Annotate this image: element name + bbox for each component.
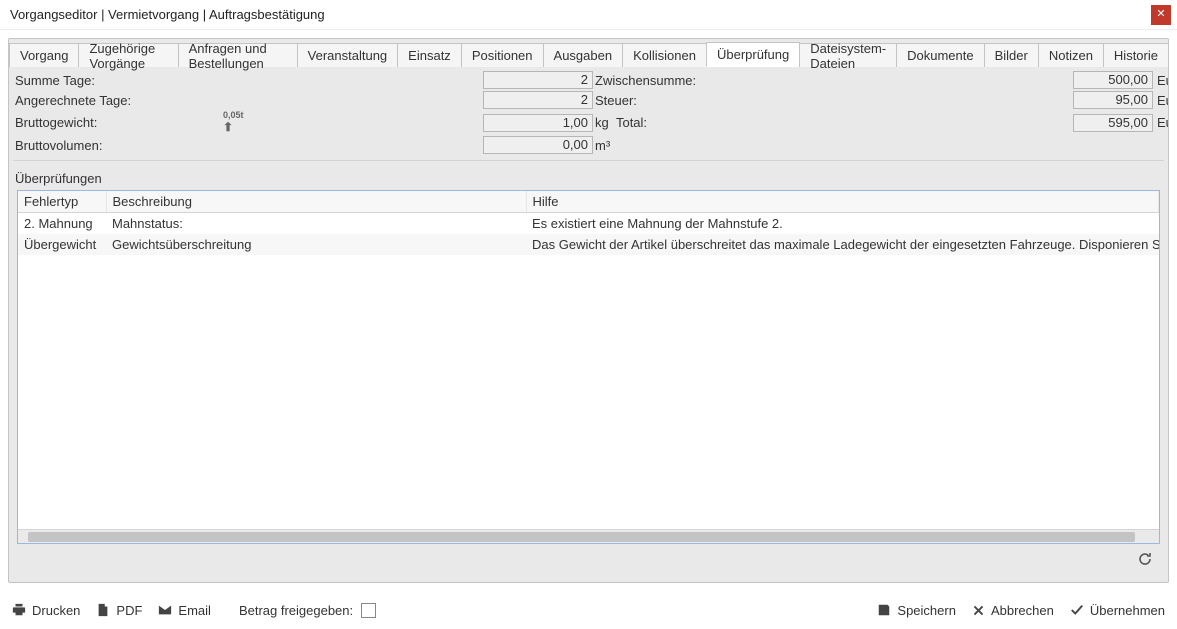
zwischensumme-value: 500,00 bbox=[1073, 71, 1153, 89]
col-hilfe[interactable]: Hilfe bbox=[526, 191, 1159, 213]
save-icon bbox=[877, 603, 891, 617]
bruttogewicht-unit: kg bbox=[595, 115, 609, 130]
tab-bilder[interactable]: Bilder bbox=[984, 43, 1039, 67]
col-fehlertyp[interactable]: Fehlertyp bbox=[18, 191, 106, 213]
tab-dokumente[interactable]: Dokumente bbox=[896, 43, 984, 67]
apply-button[interactable]: Übernehmen bbox=[1070, 603, 1165, 618]
apply-icon bbox=[1070, 603, 1084, 617]
tab-ueberpruefung[interactable]: Überprüfung bbox=[706, 42, 800, 67]
total-value: 595,00 bbox=[1073, 114, 1153, 132]
apply-label: Übernehmen bbox=[1090, 603, 1165, 618]
cell-hilfe: Das Gewicht der Artikel überschreitet da… bbox=[526, 234, 1159, 255]
bruttovolumen-unit: m³ bbox=[593, 138, 743, 153]
reload-icon bbox=[1137, 551, 1153, 567]
pdf-button[interactable]: PDF bbox=[96, 603, 142, 618]
scrollbar-thumb[interactable] bbox=[28, 532, 1135, 542]
bruttovolumen-label: Bruttovolumen: bbox=[13, 138, 223, 153]
tab-vorgang[interactable]: Vorgang bbox=[9, 43, 79, 67]
checks-table: Fehlertyp Beschreibung Hilfe 2. Mahnung … bbox=[18, 191, 1159, 255]
tab-label: Veranstaltung bbox=[308, 48, 388, 63]
close-icon: ✕ bbox=[1156, 9, 1165, 20]
tab-label: Dateisystem-Dateien bbox=[810, 41, 886, 71]
zwischensumme-label: Zwischensumme: bbox=[593, 73, 743, 88]
close-button[interactable]: ✕ bbox=[1151, 5, 1171, 25]
col-beschreibung[interactable]: Beschreibung bbox=[106, 191, 526, 213]
total-group: kg Total: bbox=[593, 115, 743, 130]
tab-label: Überprüfung bbox=[717, 47, 789, 62]
cell-beschreibung: Gewichtsüberschreitung bbox=[106, 234, 526, 255]
cancel-icon bbox=[972, 604, 985, 617]
tab-ausgaben[interactable]: Ausgaben bbox=[543, 43, 624, 67]
total-label: Total: bbox=[616, 115, 647, 130]
tab-zugehoerige-vorgaenge[interactable]: Zugehörige Vorgänge bbox=[78, 43, 178, 67]
pdf-icon bbox=[96, 603, 110, 617]
tab-label: Positionen bbox=[472, 48, 533, 63]
tab-label: Ausgaben bbox=[554, 48, 613, 63]
cell-fehlertyp: 2. Mahnung bbox=[18, 213, 106, 235]
summe-tage-label: Summe Tage: bbox=[13, 73, 223, 88]
save-label: Speichern bbox=[897, 603, 956, 618]
tab-anfragen-bestellungen[interactable]: Anfragen und Bestellungen bbox=[178, 43, 298, 67]
tab-label: Historie bbox=[1114, 48, 1158, 63]
cancel-button[interactable]: Abbrechen bbox=[972, 603, 1054, 618]
window-title: Vorgangseditor | Vermietvorgang | Auftra… bbox=[10, 7, 325, 22]
print-label: Drucken bbox=[32, 603, 80, 618]
reload-button[interactable] bbox=[1136, 550, 1154, 568]
tab-label: Zugehörige Vorgänge bbox=[89, 41, 167, 71]
email-button[interactable]: Email bbox=[158, 603, 211, 618]
email-label: Email bbox=[178, 603, 211, 618]
tab-label: Anfragen und Bestellungen bbox=[189, 41, 287, 71]
steuer-currency: Eur bbox=[1153, 93, 1169, 108]
tab-content-ueberpruefung: Summe Tage: 2 Zwischensumme: 500,00 Eur … bbox=[9, 67, 1168, 572]
bruttogewicht-value: 1,00 bbox=[483, 114, 593, 132]
tab-bar: Vorgang Zugehörige Vorgänge Anfragen und… bbox=[9, 39, 1168, 67]
save-button[interactable]: Speichern bbox=[877, 603, 956, 618]
main-frame: Vorgang Zugehörige Vorgänge Anfragen und… bbox=[8, 38, 1169, 583]
tab-label: Bilder bbox=[995, 48, 1028, 63]
betrag-freigegeben-checkbox[interactable] bbox=[361, 603, 376, 618]
weight-icon: 0,05t ⬆ bbox=[223, 111, 244, 134]
tab-einsatz[interactable]: Einsatz bbox=[397, 43, 462, 67]
angerechnete-tage-value: 2 bbox=[483, 91, 593, 109]
tab-label: Dokumente bbox=[907, 48, 973, 63]
tab-label: Kollisionen bbox=[633, 48, 696, 63]
cell-beschreibung: Mahnstatus: bbox=[106, 213, 526, 235]
tab-notizen[interactable]: Notizen bbox=[1038, 43, 1104, 67]
tab-label: Einsatz bbox=[408, 48, 451, 63]
tab-positionen[interactable]: Positionen bbox=[461, 43, 544, 67]
table-horizontal-scrollbar[interactable] bbox=[18, 529, 1159, 543]
tab-veranstaltung[interactable]: Veranstaltung bbox=[297, 43, 399, 67]
tab-label: Vorgang bbox=[20, 48, 68, 63]
betrag-freigegeben-label: Betrag freigegeben: bbox=[239, 603, 353, 618]
print-icon bbox=[12, 603, 26, 617]
tab-kollisionen[interactable]: Kollisionen bbox=[622, 43, 707, 67]
total-currency: Eur bbox=[1153, 115, 1169, 130]
bottom-toolbar: Drucken PDF Email Betrag freigegeben: Sp… bbox=[0, 591, 1177, 629]
steuer-value: 95,00 bbox=[1073, 91, 1153, 109]
cancel-label: Abbrechen bbox=[991, 603, 1054, 618]
table-empty-area bbox=[18, 255, 1159, 529]
betrag-freigegeben-group: Betrag freigegeben: bbox=[239, 603, 376, 618]
bruttogewicht-label: Bruttogewicht: bbox=[13, 115, 223, 130]
summe-tage-value: 2 bbox=[483, 71, 593, 89]
weight-icon-text: 0,05t bbox=[223, 110, 244, 120]
cell-hilfe: Es existiert eine Mahnung der Mahnstufe … bbox=[526, 213, 1159, 235]
checks-section-header: Überprüfungen bbox=[13, 160, 1164, 190]
cell-fehlertyp: Übergewicht bbox=[18, 234, 106, 255]
pdf-label: PDF bbox=[116, 603, 142, 618]
print-button[interactable]: Drucken bbox=[12, 603, 80, 618]
table-row[interactable]: Übergewicht Gewichtsüberschreitung Das G… bbox=[18, 234, 1159, 255]
checks-table-wrap: Fehlertyp Beschreibung Hilfe 2. Mahnung … bbox=[17, 190, 1160, 544]
tab-historie[interactable]: Historie bbox=[1103, 43, 1169, 67]
bruttovolumen-value: 0,00 bbox=[483, 136, 593, 154]
steuer-label: Steuer: bbox=[593, 93, 743, 108]
summary-grid: Summe Tage: 2 Zwischensumme: 500,00 Eur … bbox=[13, 71, 1164, 154]
table-row[interactable]: 2. Mahnung Mahnstatus: Es existiert eine… bbox=[18, 213, 1159, 235]
tab-label: Notizen bbox=[1049, 48, 1093, 63]
tab-dateisystem-dateien[interactable]: Dateisystem-Dateien bbox=[799, 43, 897, 67]
email-icon bbox=[158, 604, 172, 616]
angerechnete-tage-label: Angerechnete Tage: bbox=[13, 93, 223, 108]
zwischensumme-currency: Eur bbox=[1153, 73, 1169, 88]
titlebar: Vorgangseditor | Vermietvorgang | Auftra… bbox=[0, 0, 1177, 30]
